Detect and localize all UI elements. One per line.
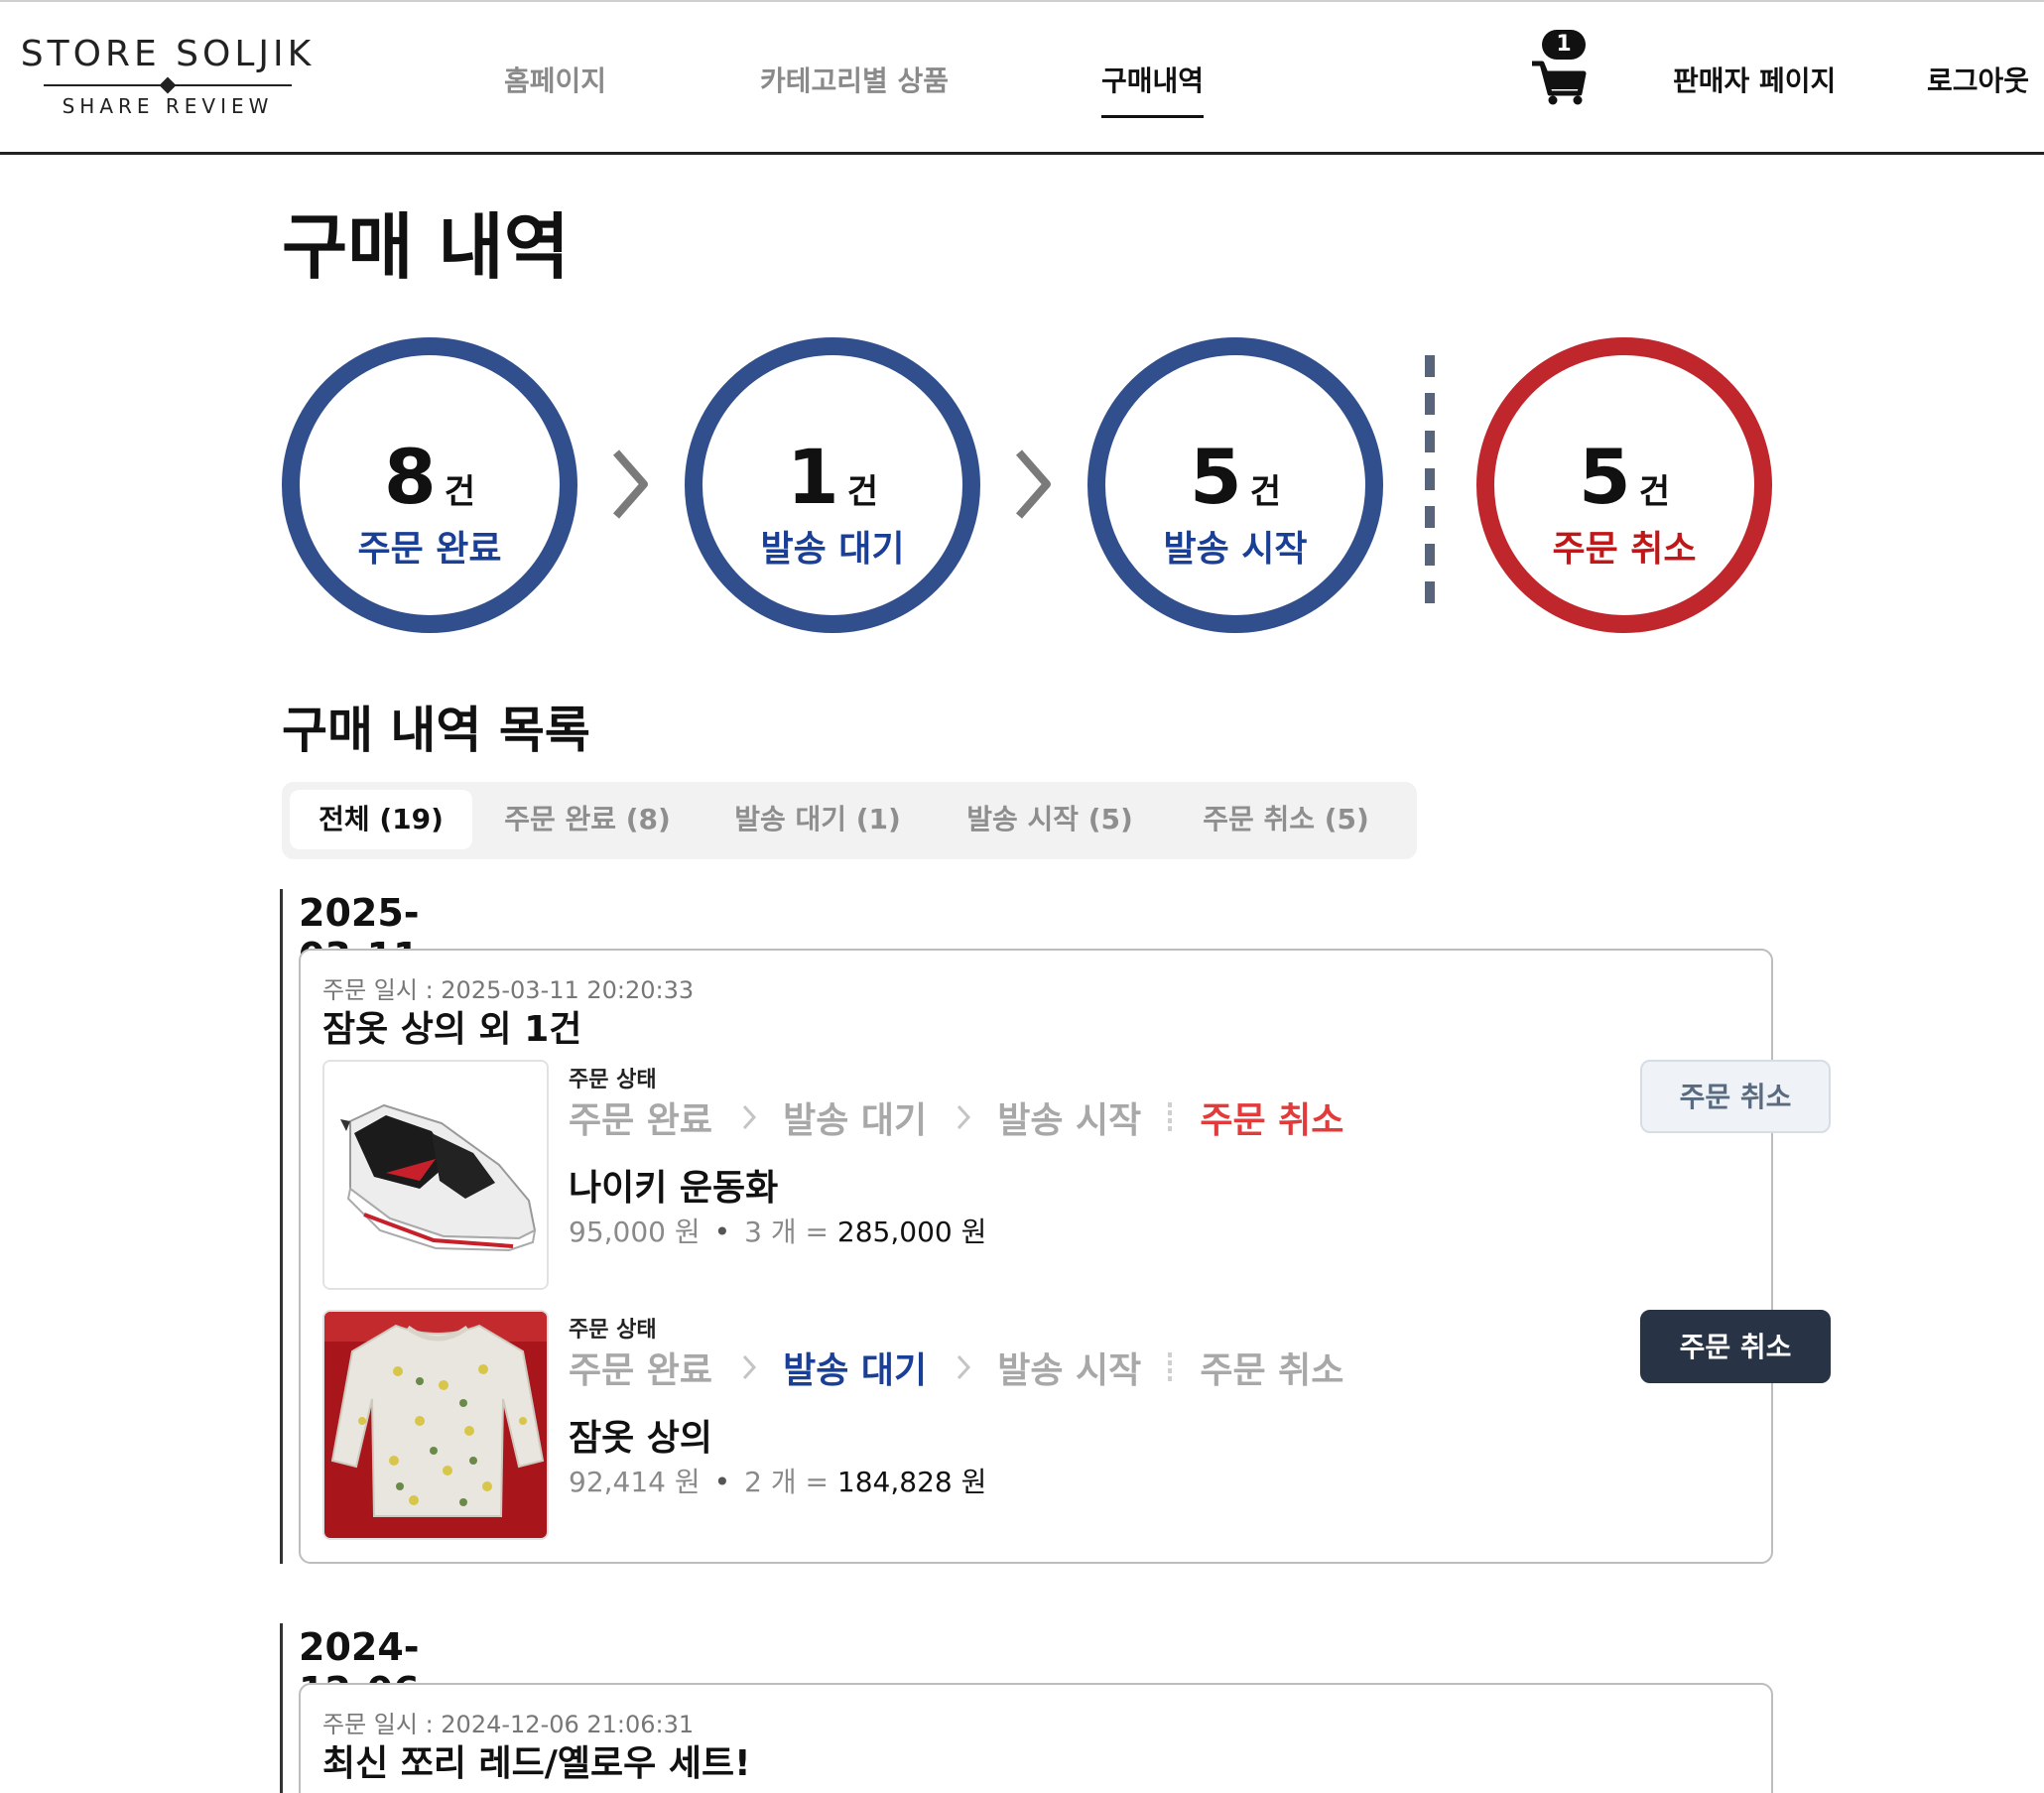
order-title[interactable]: 잠옷 상의 외 1건 <box>322 1000 581 1052</box>
bullet-separator: • <box>713 1466 731 1498</box>
step-divider <box>1167 1102 1172 1132</box>
chevron-right-icon <box>957 1354 970 1380</box>
canceled-count: 5 <box>1578 433 1631 521</box>
status-label: 주문 상태 <box>569 1068 657 1092</box>
tab-ordered[interactable]: 주문 완료 (8) <box>488 790 687 849</box>
order-card: 주문 일시 : 2025-03-11 20:20:33 잠옷 상의 외 1건 주… <box>299 949 1831 1564</box>
unit-price: 95,000 원 <box>569 1216 701 1248</box>
shipped-label: 발송 시작 <box>1163 529 1308 570</box>
store-logo[interactable]: STORE SOLJIK SHARE REVIEW <box>14 34 321 118</box>
step-canceled: 주문 취소 <box>1200 1350 1344 1391</box>
tab-canceled[interactable]: 주문 취소 (5) <box>1187 790 1385 849</box>
waiting-label: 발송 대기 <box>760 529 905 570</box>
summary-waiting: 1건 발송 대기 <box>685 337 980 633</box>
step-shipped: 발송 시작 <box>997 1100 1142 1141</box>
summary-ordered: 8건 주문 완료 <box>282 337 577 633</box>
list-title: 구매 내역 목록 <box>282 702 590 759</box>
equals-sign: = <box>805 1466 830 1498</box>
step-canceled: 주문 취소 <box>1200 1100 1344 1141</box>
nav-purchases[interactable]: 구매내역 <box>1101 60 1205 118</box>
chevron-right-icon <box>742 1104 756 1130</box>
tab-all[interactable]: 전체 (19) <box>290 790 472 849</box>
step-waiting: 발송 대기 <box>783 1100 928 1141</box>
summary-shipped: 5건 발송 시작 <box>1087 337 1383 633</box>
count-unit: 건 <box>444 472 476 512</box>
tab-shipped[interactable]: 발송 시작 (5) <box>951 790 1149 849</box>
equals-sign: = <box>805 1216 830 1248</box>
date-group: 2025-03-11 주문 일시 : 2025-03-11 20:20:33 잠… <box>280 889 1831 1564</box>
date-group: 2024-12-06 주문 일시 : 2024-12-06 21:06:31 최… <box>280 1623 1773 1793</box>
order-card: 주문 일시 : 2024-12-06 21:06:31 최신 쪼리 레드/옐로우… <box>299 1683 1773 1793</box>
order-title[interactable]: 최신 쪼리 레드/옐로우 세트! <box>322 1734 751 1786</box>
waiting-count: 1 <box>786 433 839 521</box>
status-label: 주문 상태 <box>569 1318 657 1343</box>
status-tracker: 주문 완료 발송 대기 발송 시작 주문 취소 <box>569 1091 1343 1141</box>
step-shipped: 발송 시작 <box>997 1350 1142 1391</box>
count-unit: 건 <box>1638 472 1671 512</box>
bullet-separator: • <box>713 1216 731 1248</box>
chevron-right-icon <box>612 449 648 519</box>
cart-button[interactable]: 1 <box>1528 30 1590 105</box>
status-tracker: 주문 완료 발송 대기 발송 시작 주문 취소 <box>569 1342 1343 1391</box>
chevron-right-icon <box>742 1354 756 1380</box>
ordered-label: 주문 완료 <box>357 529 502 570</box>
tab-waiting[interactable]: 발송 대기 (1) <box>718 790 917 849</box>
top-header: STORE SOLJIK SHARE REVIEW 홈페이지 카테고리별 상품 … <box>0 0 2044 155</box>
summary-canceled: 5건 주문 취소 <box>1476 337 1772 633</box>
sweater-image[interactable] <box>322 1310 549 1540</box>
canceled-label: 주문 취소 <box>1552 529 1697 570</box>
ordered-count: 8 <box>383 433 437 521</box>
item-name[interactable]: 잠옷 상의 <box>569 1409 712 1461</box>
total-price: 285,000 원 <box>836 1216 987 1248</box>
step-divider <box>1167 1352 1172 1382</box>
nav-category[interactable]: 카테고리별 상품 <box>760 60 949 99</box>
nav-home[interactable]: 홈페이지 <box>504 60 606 99</box>
shipped-count: 5 <box>1189 433 1242 521</box>
sneaker-image[interactable] <box>322 1060 549 1290</box>
order-item: 주문 상태 주문 완료 발송 대기 발송 시작 주문 취소 잠옷 상의 92,4… <box>322 1310 1831 1540</box>
cancel-order-button[interactable]: 주문 취소 <box>1640 1060 1831 1133</box>
chevron-right-icon <box>1015 449 1051 519</box>
step-ordered: 주문 완료 <box>569 1350 713 1391</box>
count-unit: 건 <box>846 472 879 512</box>
logo-subtitle: SHARE REVIEW <box>62 94 274 118</box>
chevron-right-icon <box>957 1104 970 1130</box>
nav-seller[interactable]: 판매자 페이지 <box>1673 60 1836 99</box>
page-title: 구매 내역 <box>282 205 571 289</box>
filter-tabs: 전체 (19) 주문 완료 (8) 발송 대기 (1) 발송 시작 (5) 주문… <box>282 782 1417 859</box>
cart-count-badge: 1 <box>1542 30 1586 60</box>
step-waiting: 발송 대기 <box>783 1350 928 1391</box>
item-price: 92,414 원 • 2 개 = 184,828 원 <box>569 1461 986 1500</box>
dashed-divider <box>1425 355 1435 615</box>
total-price: 184,828 원 <box>836 1466 987 1498</box>
logo-divider <box>44 76 292 94</box>
step-ordered: 주문 완료 <box>569 1100 713 1141</box>
order-item: 주문 상태 주문 완료 발송 대기 발송 시작 주문 취소 나이키 운동화 95… <box>322 1060 1831 1290</box>
quantity: 3 개 <box>744 1216 797 1248</box>
count-unit: 건 <box>1249 472 1282 512</box>
cancel-order-button[interactable]: 주문 취소 <box>1640 1310 1831 1383</box>
item-name[interactable]: 나이키 운동화 <box>569 1159 778 1211</box>
quantity: 2 개 <box>744 1466 797 1498</box>
nav-logout[interactable]: 로그아웃 <box>1927 60 2029 99</box>
item-price: 95,000 원 • 3 개 = 285,000 원 <box>569 1211 986 1250</box>
unit-price: 92,414 원 <box>569 1466 701 1498</box>
logo-title: STORE SOLJIK <box>20 34 316 74</box>
